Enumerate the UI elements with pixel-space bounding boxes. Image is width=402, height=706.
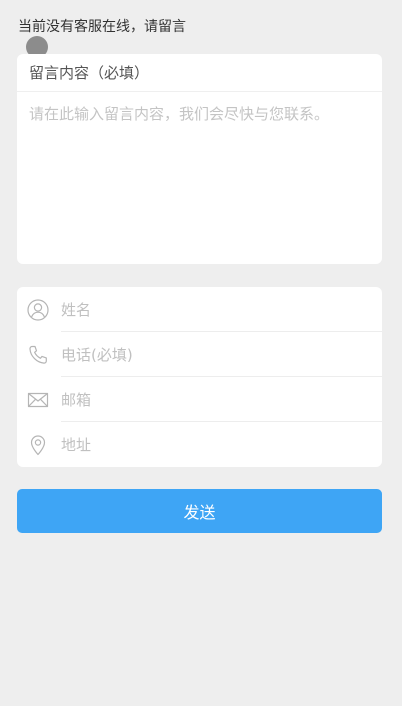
message-textarea[interactable] [17, 92, 382, 264]
contact-card [17, 287, 382, 467]
location-icon [27, 434, 49, 456]
mail-icon [27, 389, 49, 411]
send-button[interactable]: 发送 [17, 489, 382, 533]
address-input[interactable] [61, 422, 382, 467]
name-field-row [17, 287, 382, 332]
phone-icon [27, 344, 49, 366]
message-title: 留言内容（必填） [17, 54, 382, 92]
email-field-row [17, 377, 382, 422]
address-field-row [17, 422, 382, 467]
phone-input[interactable] [61, 332, 382, 377]
phone-field-row [17, 332, 382, 377]
offline-notice: 当前没有客服在线，请留言 [18, 19, 186, 35]
name-input[interactable] [61, 287, 382, 332]
email-input[interactable] [61, 377, 382, 422]
message-card: 留言内容（必填） [17, 54, 382, 264]
user-icon [27, 298, 49, 321]
